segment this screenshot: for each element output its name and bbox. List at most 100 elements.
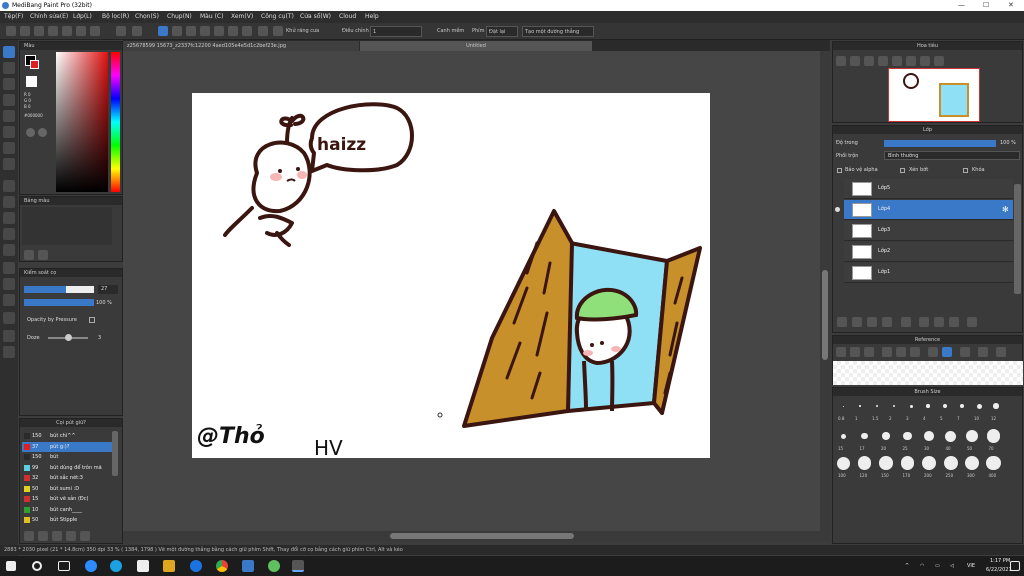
ie-icon[interactable] bbox=[190, 560, 202, 572]
gradient-tool-icon[interactable] bbox=[3, 158, 15, 170]
text-tool-icon[interactable] bbox=[3, 278, 15, 290]
layer-add-8bit-icon[interactable] bbox=[867, 317, 877, 327]
brush-size-preset[interactable] bbox=[964, 455, 980, 471]
brush-list-item[interactable]: 150 bút bbox=[22, 452, 112, 462]
menu-snap[interactable]: Chụp(N) bbox=[167, 13, 192, 20]
protect-alpha-checkbox[interactable] bbox=[837, 168, 842, 173]
reset-button[interactable]: Đặt lại bbox=[486, 26, 518, 37]
dose-slider[interactable] bbox=[48, 334, 88, 341]
color-wheel-icon[interactable] bbox=[26, 128, 35, 137]
snap-parallel-icon[interactable] bbox=[172, 26, 182, 36]
brush-size-preset[interactable] bbox=[986, 429, 1001, 443]
brush-list-item[interactable]: 99 bút dùng để trôn mã bbox=[22, 463, 112, 473]
snap-cross-icon[interactable] bbox=[186, 26, 196, 36]
app-icon-green[interactable] bbox=[268, 560, 280, 572]
layer-settings-icon[interactable]: ✻ bbox=[1002, 206, 1009, 214]
close-button[interactable]: ✕ bbox=[1008, 1, 1014, 9]
zoom-out-icon[interactable] bbox=[850, 56, 860, 66]
ref-fit-icon[interactable] bbox=[910, 347, 920, 357]
ref-hand-icon[interactable] bbox=[942, 347, 952, 357]
clock-date[interactable]: 6/22/2021 bbox=[986, 567, 1012, 573]
rotate-right-icon[interactable] bbox=[906, 56, 916, 66]
layer-item[interactable]: Lớp2 bbox=[844, 242, 1013, 262]
tray-chevron-icon[interactable]: ^ bbox=[905, 563, 909, 569]
brush-opacity-slider[interactable] bbox=[24, 299, 94, 306]
brush-list-item[interactable]: 50 bút Stipple bbox=[22, 515, 112, 525]
ref-rotate-icon[interactable] bbox=[960, 347, 970, 357]
brush-settings-icon[interactable] bbox=[38, 531, 48, 541]
battery-icon[interactable]: ▭ bbox=[935, 563, 940, 569]
brush-size-preset[interactable] bbox=[842, 405, 844, 407]
transform-icon[interactable] bbox=[90, 26, 100, 36]
brush-size-preset[interactable] bbox=[926, 404, 930, 408]
transparent-swatch[interactable] bbox=[26, 76, 37, 87]
clipping-checkbox[interactable] bbox=[900, 168, 905, 173]
hue-slider[interactable] bbox=[111, 52, 120, 192]
brush-size-preset[interactable] bbox=[959, 403, 965, 409]
move-tool-icon[interactable] bbox=[3, 110, 15, 122]
redo-icon[interactable] bbox=[132, 26, 142, 36]
layer-item[interactable]: Lớp4 ✻ bbox=[835, 200, 1013, 220]
edge-icon[interactable] bbox=[110, 560, 122, 572]
magic-wand-tool-icon[interactable] bbox=[3, 212, 15, 224]
brush-list-item[interactable]: 15 bút vẽ sản (Đc) bbox=[22, 494, 112, 504]
ref-zoom-in-icon[interactable] bbox=[882, 347, 892, 357]
select-pen-tool-icon[interactable] bbox=[3, 228, 15, 240]
snap-settings-icon[interactable] bbox=[258, 26, 268, 36]
brush-size-preset[interactable] bbox=[836, 456, 850, 470]
menu-window[interactable]: Cửa sổ(W) bbox=[300, 13, 331, 20]
ref-flip-icon[interactable] bbox=[978, 347, 988, 357]
grid-icon[interactable] bbox=[48, 26, 58, 36]
layer-visibility-icon[interactable] bbox=[835, 249, 840, 254]
medibang-taskbar-icon[interactable] bbox=[292, 560, 304, 572]
select-tool-icon[interactable] bbox=[3, 180, 15, 192]
brush-size-preset[interactable] bbox=[882, 432, 890, 440]
menu-color[interactable]: Màu (C) bbox=[200, 13, 223, 20]
rotate-left-icon[interactable] bbox=[892, 56, 902, 66]
layer-duplicate-icon[interactable] bbox=[919, 317, 929, 327]
brush-list-item[interactable]: 37 pút g:)? bbox=[22, 441, 112, 452]
cloud-icon[interactable] bbox=[34, 26, 44, 36]
select-eraser-tool-icon[interactable] bbox=[3, 244, 15, 256]
notification-icon[interactable] bbox=[1010, 561, 1020, 571]
snap-circle-icon[interactable] bbox=[228, 26, 238, 36]
clock-time[interactable]: 1:17 PM bbox=[990, 558, 1010, 564]
secondary-color-swatch[interactable] bbox=[30, 60, 39, 69]
layer-list-scrollbar[interactable] bbox=[1014, 184, 1021, 294]
deselect-icon[interactable] bbox=[76, 26, 86, 36]
save-icon[interactable] bbox=[20, 26, 30, 36]
task-view-icon[interactable] bbox=[58, 561, 70, 571]
reset-rotate-icon[interactable] bbox=[920, 56, 930, 66]
divide-tool-icon[interactable] bbox=[3, 262, 15, 274]
brush-size-slider[interactable] bbox=[24, 286, 94, 293]
brush-list-item[interactable]: 32 bút sắc nét:3 bbox=[22, 473, 112, 483]
ref-zoom-out-icon[interactable] bbox=[896, 347, 906, 357]
operation-tool-icon[interactable] bbox=[3, 294, 15, 306]
start-icon[interactable] bbox=[6, 561, 16, 571]
layer-add-halftone-icon[interactable] bbox=[852, 317, 862, 327]
home-icon[interactable] bbox=[6, 26, 16, 36]
brush-size-preset[interactable] bbox=[976, 403, 982, 409]
menu-layer[interactable]: Lớp(L) bbox=[73, 13, 92, 20]
ref-folder-icon[interactable] bbox=[850, 347, 860, 357]
menu-filter[interactable]: Bộ lọc(R) bbox=[102, 13, 129, 20]
fit-icon[interactable] bbox=[864, 56, 874, 66]
brush-size-preset[interactable] bbox=[945, 430, 956, 442]
brush-tool-icon[interactable] bbox=[3, 46, 15, 58]
brush-add-icon[interactable] bbox=[24, 531, 34, 541]
antialias-checkbox[interactable] bbox=[273, 26, 283, 36]
navigator-preview[interactable] bbox=[888, 68, 980, 122]
language-indicator[interactable]: VIE bbox=[967, 563, 975, 569]
brush-size-preset[interactable] bbox=[965, 429, 979, 443]
maximize-button[interactable]: ☐ bbox=[983, 1, 989, 9]
ref-open-icon[interactable] bbox=[836, 347, 846, 357]
layer-item[interactable]: Lớp5 bbox=[844, 179, 1013, 199]
ref-eyedropper-icon[interactable] bbox=[928, 347, 938, 357]
brush-size-preset[interactable] bbox=[943, 456, 958, 470]
opacity-pressure-checkbox[interactable] bbox=[89, 317, 95, 323]
brush-size-preset[interactable] bbox=[892, 404, 896, 408]
lock-checkbox[interactable] bbox=[963, 168, 968, 173]
bucket-tool-icon[interactable] bbox=[3, 142, 15, 154]
brush-size-preset[interactable] bbox=[909, 404, 913, 408]
brush-copy-icon[interactable] bbox=[52, 531, 62, 541]
